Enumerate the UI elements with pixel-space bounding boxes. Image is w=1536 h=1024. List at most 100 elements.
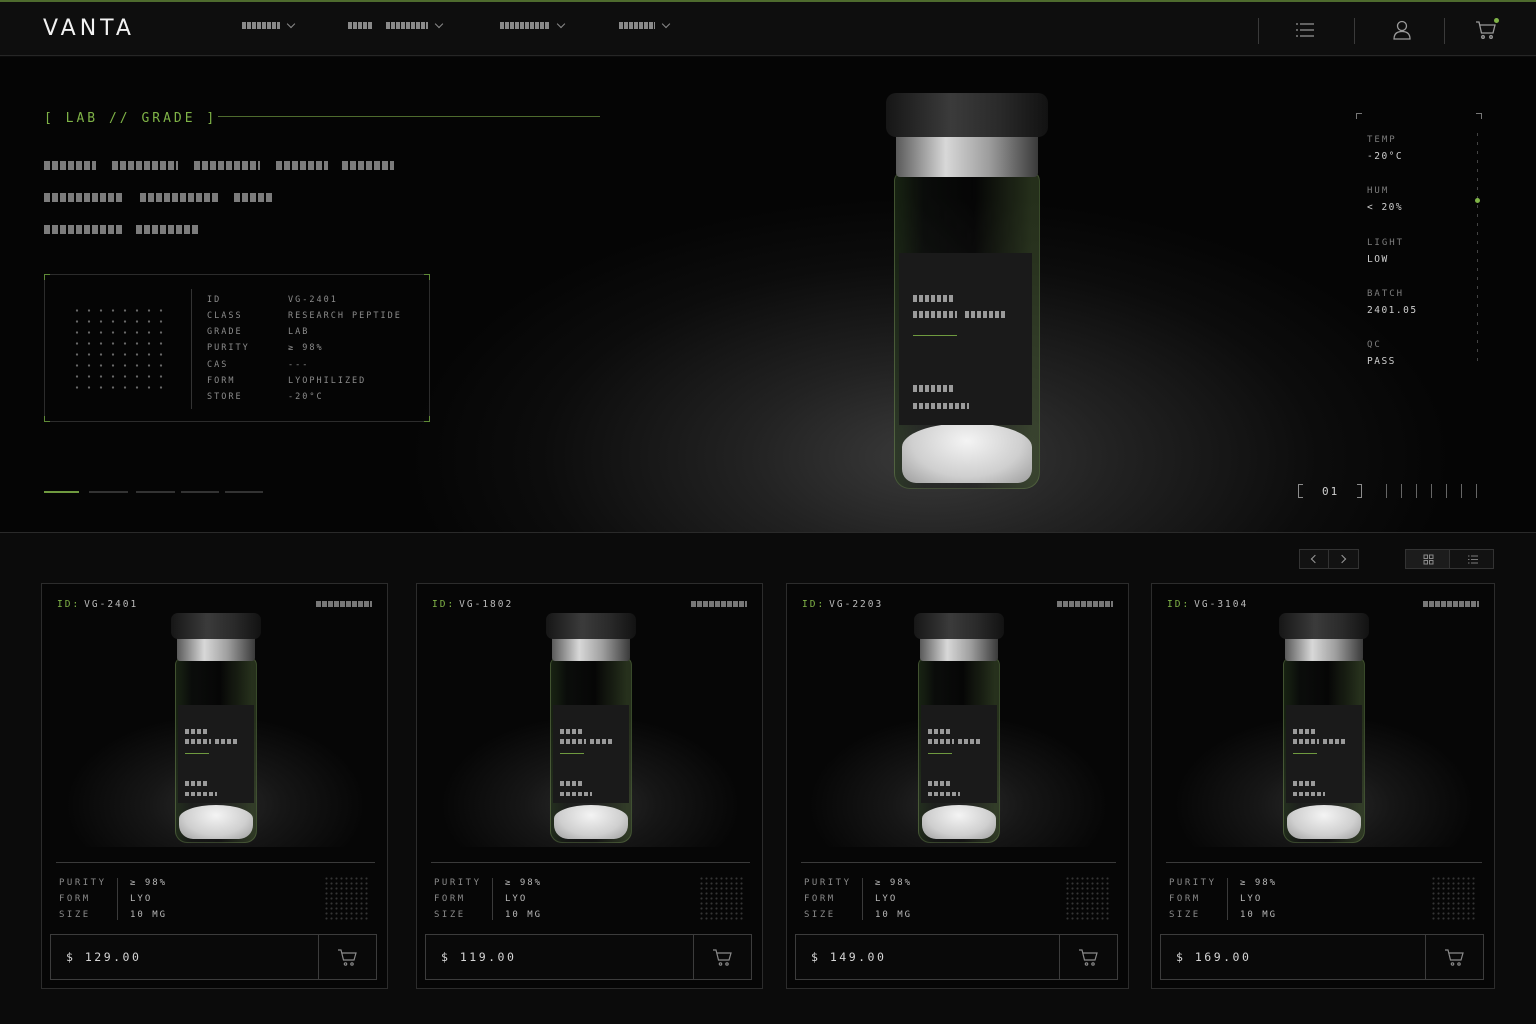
env-batch-label: BATCH — [1367, 289, 1405, 299]
spec-panel: ID VG-2401 CLASS RESEARCH PEPTIDE GRADE LAB… — [44, 274, 430, 422]
product-card[interactable]: ID: VG-1802 PURITY ≥ 98% FORM LYO SIZE 10… — [416, 583, 763, 989]
dot-matrix — [1065, 876, 1111, 920]
product-card[interactable]: ID: VG-2203 PURITY ≥ 98% FORM LYO SIZE 10… — [786, 583, 1129, 989]
chevron-down-icon — [556, 19, 566, 28]
nav-label-redacted — [500, 22, 550, 29]
form-value: LYO — [505, 894, 528, 904]
purity-value: ≥ 98% — [130, 878, 168, 888]
add-to-cart-button[interactable] — [318, 935, 376, 979]
product-image[interactable] — [1166, 585, 1482, 847]
chevron-down-icon — [286, 19, 296, 28]
headline-block — [112, 161, 178, 170]
vial-label — [899, 253, 1032, 425]
headline-block — [44, 161, 96, 170]
card-divider — [801, 862, 1116, 863]
cart-icon — [338, 949, 357, 966]
purity-value: ≥ 98% — [1240, 878, 1278, 888]
cart-icon — [1079, 949, 1098, 966]
headline-block — [140, 193, 220, 202]
prev-button[interactable] — [1299, 549, 1329, 569]
vial-powder — [1287, 805, 1361, 839]
scroll-knob[interactable] — [1475, 198, 1480, 203]
hero-banner: [ LAB // GRADE ] ID VG-2401 CLASS RESEARCH… — [0, 57, 1536, 533]
slide-dot-2[interactable] — [89, 491, 128, 493]
form-value: LYO — [875, 894, 898, 904]
env-batch-value: 2401.05 — [1367, 305, 1418, 316]
dot-matrix — [699, 876, 745, 920]
list-icon[interactable] — [1293, 18, 1317, 42]
vial-powder — [179, 805, 253, 839]
size-label: SIZE — [59, 910, 91, 920]
dot-matrix — [324, 876, 370, 920]
vial-label — [1286, 705, 1362, 803]
dot-matrix — [71, 305, 171, 395]
environment-panel: TEMP -20°C HUM < 20% LIGHT LOW BATCH 240… — [1356, 113, 1482, 383]
vial-crimp — [896, 133, 1038, 177]
nav-menu-1[interactable] — [242, 19, 296, 29]
size-label: SIZE — [1169, 910, 1201, 920]
product-vial-image — [171, 613, 261, 845]
headline-block — [234, 193, 272, 202]
next-button[interactable] — [1328, 549, 1359, 569]
card-divider — [431, 862, 750, 863]
header-divider — [1354, 18, 1355, 44]
env-temp-value: -20°C — [1367, 151, 1404, 162]
product-image[interactable] — [431, 585, 750, 847]
form-value: LYO — [130, 894, 153, 904]
slide-dot-5[interactable] — [225, 491, 263, 493]
nav-menu-3[interactable] — [500, 19, 566, 29]
size-value: 10 MG — [130, 910, 168, 920]
slide-dot-3[interactable] — [136, 491, 175, 493]
headline-block — [136, 225, 200, 234]
price: $ 149.00 — [811, 950, 887, 964]
product-code-mark — [1057, 601, 1113, 607]
form-label: FORM — [434, 894, 466, 904]
header-divider — [1444, 18, 1445, 44]
product-vial-image — [914, 613, 1004, 845]
product-code-mark — [1423, 601, 1479, 607]
product-id: ID: VG-1802 — [432, 599, 514, 610]
add-to-cart-button[interactable] — [1425, 935, 1483, 979]
product-image[interactable] — [56, 585, 375, 847]
corner-mark — [44, 274, 50, 280]
hero-tag-rule — [218, 116, 600, 117]
brand-logo[interactable]: VANTA — [43, 16, 135, 41]
product-image[interactable] — [801, 585, 1116, 847]
hero-tag: [ LAB // GRADE ] — [44, 111, 218, 126]
size-label: SIZE — [804, 910, 836, 920]
card-divider — [1166, 862, 1482, 863]
nav-menu-4[interactable] — [619, 19, 671, 29]
size-label: SIZE — [434, 910, 466, 920]
product-code-mark — [691, 601, 747, 607]
scroll-track[interactable] — [1477, 133, 1478, 363]
size-value: 10 MG — [505, 910, 543, 920]
add-to-cart-button[interactable] — [1059, 935, 1117, 979]
form-label: FORM — [1169, 894, 1201, 904]
product-card[interactable]: ID: VG-3104 PURITY ≥ 98% FORM LYO SIZE 10… — [1151, 583, 1495, 989]
spec-row-store: STORE -20°C — [207, 392, 324, 402]
env-qc-label: QC — [1367, 340, 1382, 350]
grid-view-button[interactable] — [1405, 549, 1450, 569]
slide-dot-4[interactable] — [181, 491, 219, 493]
vial-cap — [171, 613, 261, 639]
header-divider — [1258, 18, 1259, 44]
slide-dot-1[interactable] — [44, 491, 79, 493]
grid-icon — [1423, 554, 1434, 565]
nav-menu-2[interactable] — [348, 19, 444, 29]
vial-powder — [922, 805, 996, 839]
vial-label — [178, 705, 254, 803]
env-light-label: LIGHT — [1367, 238, 1405, 248]
price: $ 119.00 — [441, 950, 517, 964]
form-label: FORM — [804, 894, 836, 904]
purity-value: ≥ 98% — [505, 878, 543, 888]
list-view-button[interactable] — [1449, 549, 1494, 569]
add-to-cart-button[interactable] — [693, 935, 751, 979]
slide-ticks — [1386, 484, 1486, 498]
product-card[interactable]: ID: VG-2401 PURITY ≥ 98% FORM LYO SIZE 10… — [41, 583, 388, 989]
buy-bar: $ 149.00 — [795, 934, 1118, 980]
env-temp-label: TEMP — [1367, 135, 1397, 145]
price: $ 129.00 — [66, 950, 142, 964]
user-icon[interactable] — [1390, 18, 1414, 42]
spec-row-purity: PURITY ≥ 98% — [207, 343, 324, 353]
spec-divider — [191, 289, 192, 409]
